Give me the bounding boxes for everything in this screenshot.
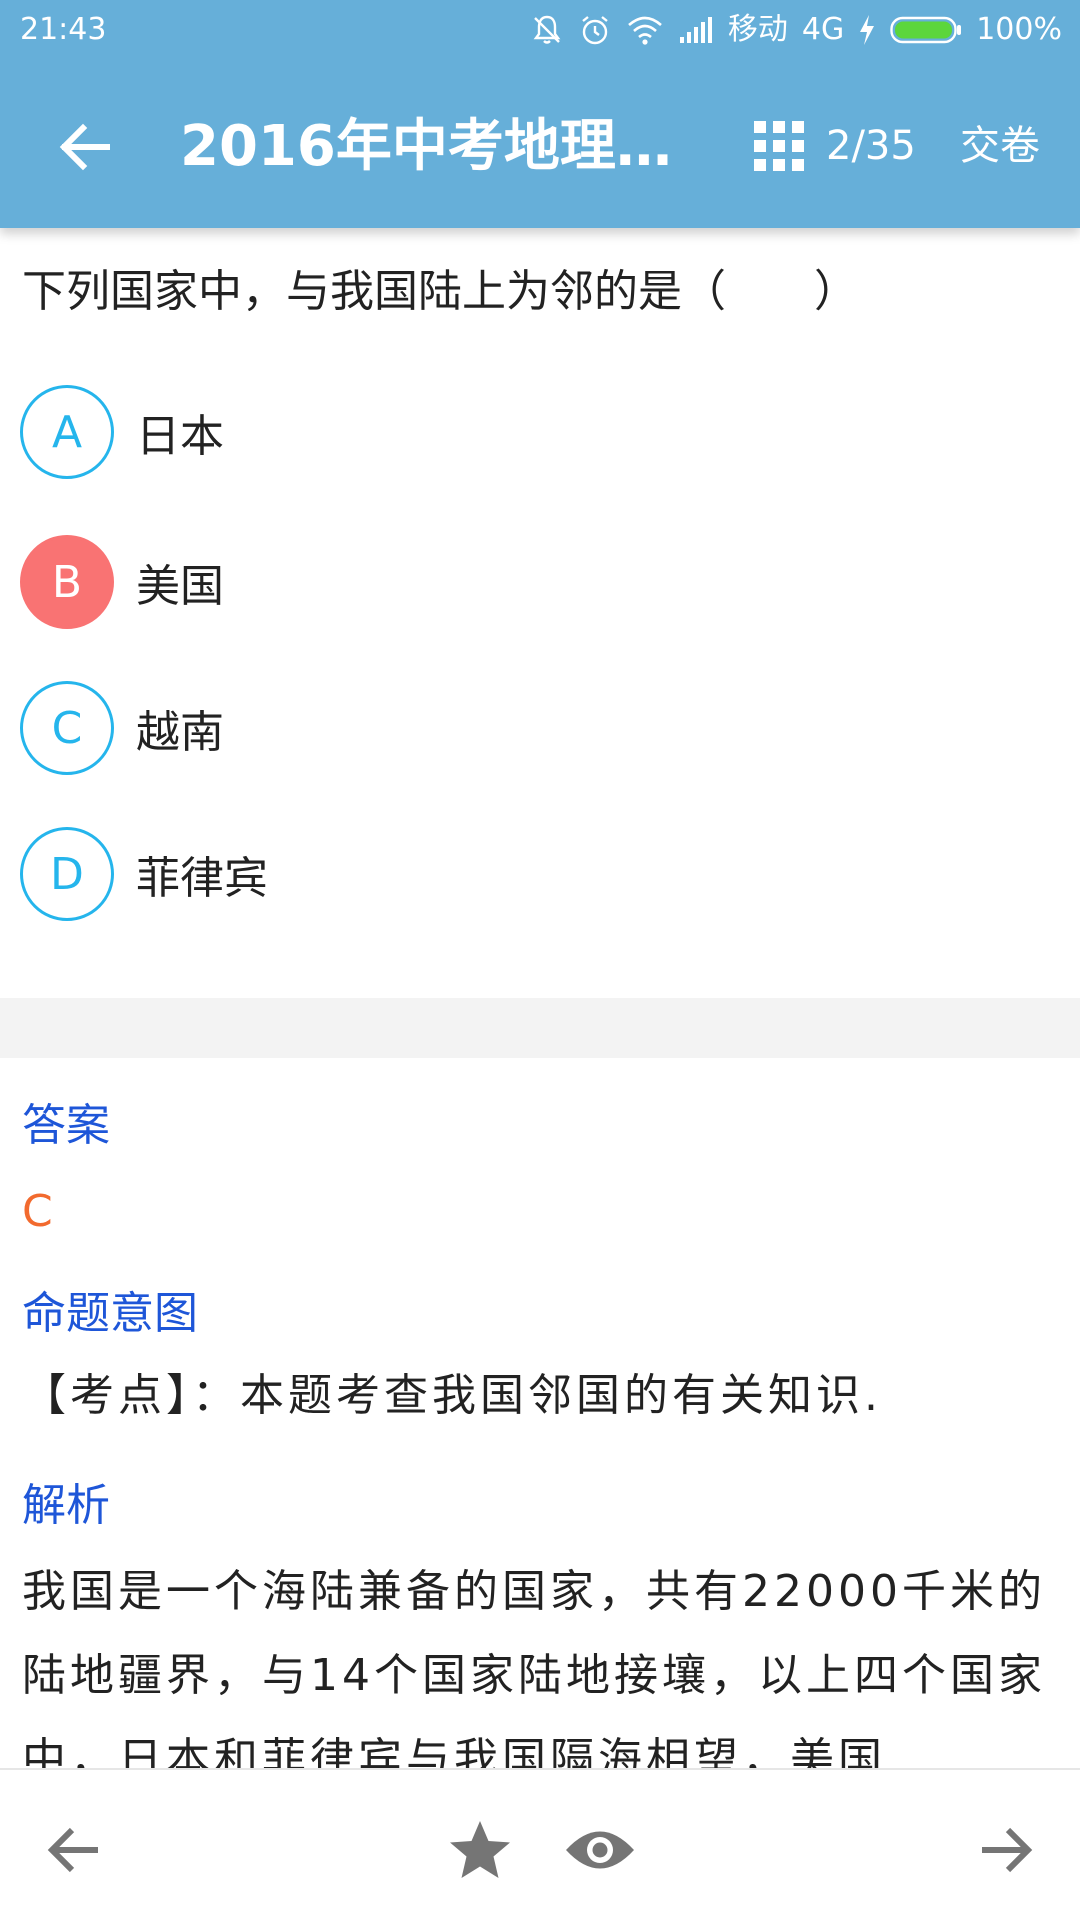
page-counter: 2/35 bbox=[826, 123, 916, 169]
option-label: 菲律宾 bbox=[136, 853, 268, 904]
option-c[interactable]: C 越南 bbox=[20, 680, 224, 776]
option-label: 越南 bbox=[136, 707, 224, 758]
section-divider bbox=[0, 998, 1080, 1058]
option-letter-badge: D bbox=[20, 827, 114, 921]
charging-icon bbox=[858, 14, 876, 46]
star-icon bbox=[450, 1821, 510, 1878]
intent-label: 命题意图 bbox=[22, 1288, 198, 1339]
option-a[interactable]: A 日本 bbox=[20, 384, 224, 480]
network-label: 4G bbox=[801, 12, 845, 47]
arrow-back-icon bbox=[59, 123, 110, 171]
answer-label: 答案 bbox=[22, 1100, 110, 1151]
battery-icon bbox=[890, 15, 962, 45]
bottom-nav bbox=[0, 1768, 1080, 1920]
option-b[interactable]: B 美国 bbox=[20, 534, 224, 630]
previous-question-button[interactable] bbox=[34, 1810, 114, 1890]
view-answer-button[interactable] bbox=[560, 1810, 640, 1890]
eye-icon bbox=[566, 1831, 634, 1869]
top-bar: 21:43 移动 4G 100% 2016年中考地理四... 2/35 交卷 bbox=[0, 0, 1080, 228]
page-title: 2016年中考地理四... bbox=[180, 114, 720, 179]
question-grid-button[interactable] bbox=[752, 119, 806, 173]
grid-icon bbox=[754, 121, 804, 171]
option-label: 美国 bbox=[136, 561, 224, 612]
option-letter-badge: A bbox=[20, 385, 114, 479]
arrow-left-icon bbox=[47, 1827, 98, 1873]
analysis-text: 我国是一个海陆兼备的国家，共有22000千米的陆地疆界，与14个国家陆地接壤，以… bbox=[22, 1566, 1046, 1785]
question-text: 下列国家中，与我国陆上为邻的是（ ） bbox=[22, 266, 858, 317]
analysis-label: 解析 bbox=[22, 1480, 110, 1531]
wifi-icon bbox=[626, 13, 664, 47]
mute-bell-icon bbox=[530, 13, 564, 47]
battery-percent: 100% bbox=[976, 12, 1062, 47]
status-time: 21:43 bbox=[20, 12, 107, 47]
status-bar: 21:43 移动 4G 100% bbox=[0, 0, 1080, 62]
submit-button[interactable]: 交卷 bbox=[960, 118, 1040, 174]
next-question-button[interactable] bbox=[966, 1810, 1046, 1890]
exam-screen: 21:43 移动 4G 100% 2016年中考地理四... 2/35 交卷 下… bbox=[0, 0, 1080, 1920]
app-bar: 2016年中考地理四... 2/35 交卷 bbox=[0, 62, 1080, 228]
back-button[interactable] bbox=[40, 102, 130, 192]
favorite-button[interactable] bbox=[440, 1810, 520, 1890]
option-letter-badge: C bbox=[20, 681, 114, 775]
alarm-icon bbox=[578, 13, 612, 47]
status-icons: 移动 4G 100% bbox=[530, 10, 1062, 50]
signal-icon bbox=[678, 15, 714, 45]
intent-text: 【考点】：本题考查我国邻国的有关知识. bbox=[22, 1370, 882, 1421]
answer-value: C bbox=[22, 1186, 53, 1237]
carrier-label: 移动 bbox=[727, 12, 788, 47]
option-d[interactable]: D 菲律宾 bbox=[20, 826, 268, 922]
option-letter-badge: B bbox=[20, 535, 114, 629]
arrow-right-icon bbox=[982, 1827, 1033, 1873]
option-label: 日本 bbox=[136, 411, 224, 462]
